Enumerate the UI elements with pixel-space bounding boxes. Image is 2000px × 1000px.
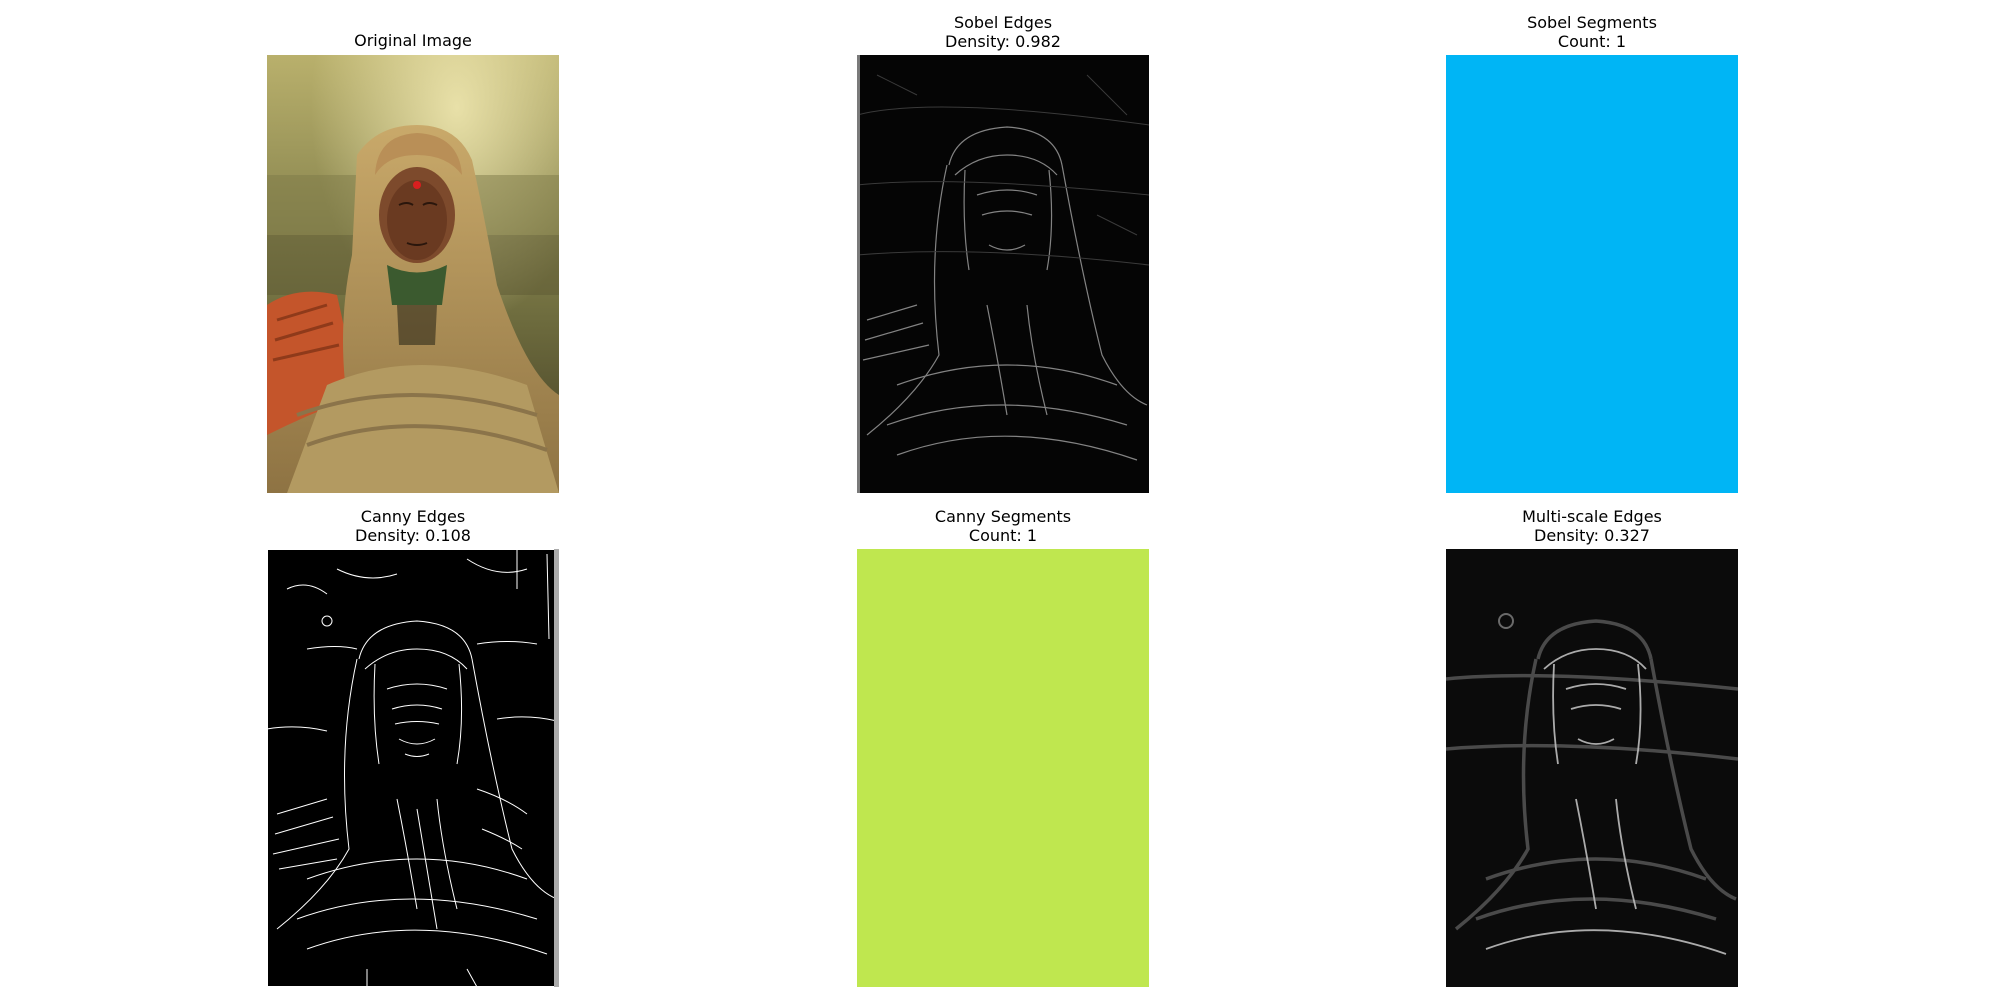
panel-title-line1: Original Image bbox=[354, 31, 472, 50]
panel-title-line1: Sobel Edges bbox=[953, 13, 1053, 32]
portrait-photo-image bbox=[267, 55, 559, 493]
multiscale-edge-map bbox=[1446, 549, 1738, 987]
panel-title: Sobel Edges Density: 0.982 bbox=[803, 13, 1203, 51]
panel-title-line1: Sobel Segments bbox=[1527, 13, 1657, 32]
panel-title: Canny Segments Count: 1 bbox=[803, 507, 1203, 545]
panel-title-line2: Density: 0.982 bbox=[945, 31, 1061, 51]
multiscale-edges-image bbox=[1446, 549, 1738, 987]
panel-title-line1: Canny Edges bbox=[360, 507, 466, 526]
panel-title-line1: Multi-scale Edges bbox=[1522, 507, 1662, 526]
sobel-segments-fill bbox=[1446, 55, 1738, 493]
figure-canvas: { "panels": [ { "id": "original", "title… bbox=[0, 0, 2000, 1000]
sobel-edge-map bbox=[857, 55, 1149, 493]
panel-title: Sobel Segments Count: 1 bbox=[1392, 13, 1792, 51]
panel-title-line2: Density: 0.108 bbox=[355, 525, 471, 545]
panel-title: Original Image bbox=[213, 31, 613, 51]
panel-title: Multi-scale Edges Density: 0.327 bbox=[1392, 507, 1792, 545]
panel-title-line2: Density: 0.327 bbox=[1534, 525, 1650, 545]
sobel-edges-image bbox=[857, 55, 1149, 493]
canny-edges-image bbox=[267, 549, 559, 987]
canny-segments-fill bbox=[857, 549, 1149, 987]
original-photo bbox=[267, 55, 559, 493]
panel-title-line2: Count: 1 bbox=[1557, 31, 1627, 51]
panel-title-line1: Canny Segments bbox=[934, 507, 1072, 526]
panel-title: Canny Edges Density: 0.108 bbox=[213, 507, 613, 545]
panel-title-line2: Count: 1 bbox=[968, 525, 1038, 545]
canny-edge-map bbox=[267, 549, 559, 987]
